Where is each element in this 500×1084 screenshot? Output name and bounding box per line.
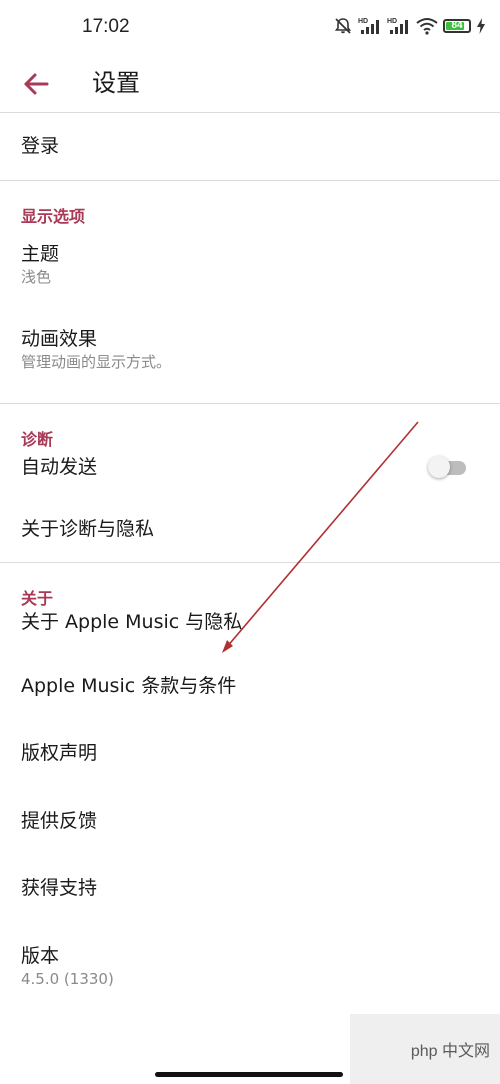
section-header-diagnostics: 诊断 bbox=[21, 430, 54, 449]
arrow-left-icon bbox=[24, 73, 49, 95]
auto-send-toggle[interactable] bbox=[428, 455, 466, 478]
hd-signal-icon: HD bbox=[358, 16, 382, 36]
battery-level: 84 bbox=[451, 20, 463, 31]
toggle-thumb bbox=[428, 456, 450, 478]
status-icons: HD HD 84 bbox=[333, 16, 486, 36]
version-value: 4.5.0 (1330) bbox=[21, 970, 114, 988]
charging-icon bbox=[476, 18, 486, 34]
watermark-text: php 中文网 bbox=[410, 1043, 490, 1060]
version-label: 版本 bbox=[21, 945, 60, 967]
wifi-icon bbox=[416, 17, 438, 35]
app-bar: 设置 bbox=[0, 56, 500, 113]
terms-label: Apple Music 条款与条件 bbox=[21, 675, 237, 697]
section-header-about: 关于 bbox=[21, 589, 54, 608]
about-diagnostics-item[interactable]: 关于诊断与隐私 bbox=[0, 494, 500, 562]
support-label: 获得支持 bbox=[21, 877, 98, 899]
theme-value: 浅色 bbox=[21, 268, 52, 286]
settings-list: 登录 显示选项 主题 浅色 动画效果 管理动画的显示方式。 诊断 自动发送 关于… bbox=[0, 113, 500, 1003]
status-time: 17:02 bbox=[82, 16, 130, 37]
page-title: 设置 bbox=[92, 69, 140, 97]
home-indicator[interactable] bbox=[155, 1072, 343, 1077]
support-item[interactable]: 获得支持 bbox=[0, 855, 500, 923]
svg-text:HD: HD bbox=[358, 18, 368, 25]
watermark: php 中文网 bbox=[350, 1014, 500, 1084]
feedback-item[interactable]: 提供反馈 bbox=[0, 787, 500, 855]
section-header-display: 显示选项 bbox=[21, 207, 86, 226]
animation-description: 管理动画的显示方式。 bbox=[21, 353, 172, 371]
svg-text:HD: HD bbox=[387, 18, 397, 25]
status-bar: 17:02 HD HD 84 bbox=[0, 0, 500, 56]
about-diagnostics-label: 关于诊断与隐私 bbox=[21, 518, 155, 540]
copyright-label: 版权声明 bbox=[21, 742, 98, 764]
auto-send-item[interactable]: 自动发送 bbox=[0, 426, 500, 494]
mute-icon bbox=[333, 16, 353, 36]
theme-label: 主题 bbox=[21, 243, 60, 265]
theme-item[interactable]: 主题 浅色 bbox=[0, 221, 500, 311]
battery-icon: 84 bbox=[443, 19, 471, 33]
login-item[interactable]: 登录 bbox=[0, 113, 500, 180]
animation-item[interactable]: 动画效果 管理动画的显示方式。 bbox=[0, 311, 500, 403]
version-item[interactable]: 版本 4.5.0 (1330) bbox=[0, 923, 500, 1003]
about-apple-music-item[interactable]: 关于 Apple Music 与隐私 bbox=[0, 585, 500, 651]
animation-label: 动画效果 bbox=[21, 328, 98, 350]
terms-item[interactable]: Apple Music 条款与条件 bbox=[0, 651, 500, 719]
login-label: 登录 bbox=[21, 135, 60, 157]
back-button[interactable] bbox=[18, 66, 54, 102]
hd-signal-icon: HD bbox=[387, 16, 411, 36]
copyright-item[interactable]: 版权声明 bbox=[0, 719, 500, 787]
about-apple-music-label: 关于 Apple Music 与隐私 bbox=[21, 611, 243, 633]
feedback-label: 提供反馈 bbox=[21, 810, 98, 832]
